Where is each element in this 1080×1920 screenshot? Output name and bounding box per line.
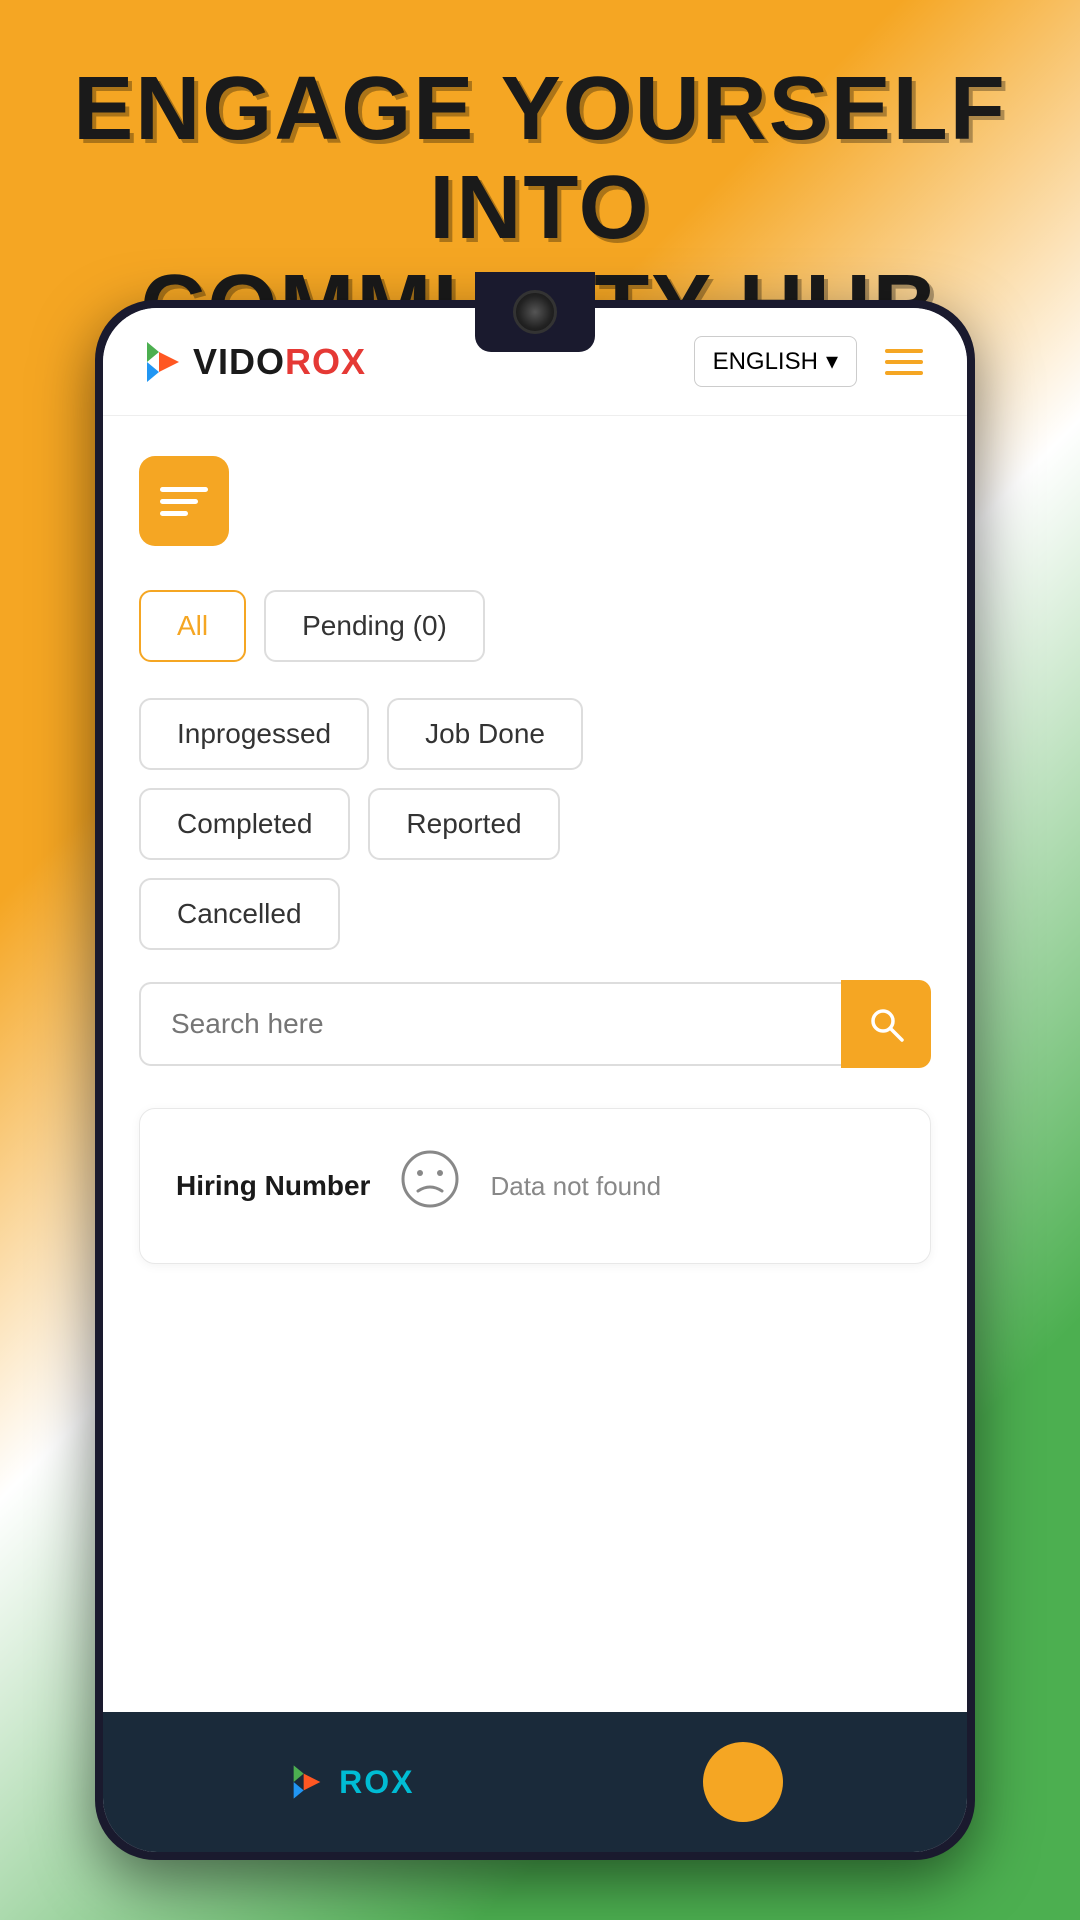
search-container: [139, 980, 931, 1068]
tab-reported[interactable]: Reported: [368, 788, 559, 860]
phone-screen: VIDOROX ENGLISH ▾: [103, 308, 967, 1852]
tab-pending[interactable]: Pending (0): [264, 590, 485, 662]
camera-bump: [475, 272, 595, 352]
filter-tabs-row1: All Pending (0): [139, 590, 931, 662]
hamburger-line2: [885, 360, 923, 364]
hamburger-menu[interactable]: [877, 341, 931, 383]
language-selector[interactable]: ENGLISH ▾: [694, 336, 857, 387]
tab-cancelled[interactable]: Cancelled: [139, 878, 340, 950]
bottom-logo-icon: [287, 1762, 327, 1802]
chevron-down-icon: ▾: [826, 347, 838, 376]
logo-vido: VIDO: [193, 341, 285, 382]
phone-frame: VIDOROX ENGLISH ▾: [95, 300, 975, 1860]
hamburger-line3: [885, 371, 923, 375]
search-input[interactable]: [139, 982, 841, 1066]
tab-inprogessed[interactable]: Inprogessed: [139, 698, 369, 770]
logo-rox: ROX: [285, 341, 366, 382]
results-card: Hiring Number Data not found: [139, 1108, 931, 1264]
filter-line3: [160, 511, 188, 516]
header-right: ENGLISH ▾: [694, 336, 931, 387]
filter-tabs-row2: Inprogessed Job Done: [139, 698, 931, 770]
filter-line2: [160, 499, 198, 504]
logo-icon: [139, 338, 187, 386]
hiring-number-label: Hiring Number: [176, 1170, 370, 1202]
not-found-text: Data not found: [490, 1171, 661, 1202]
bottom-nav-action[interactable]: [703, 1742, 783, 1822]
empty-state-icon: [400, 1149, 460, 1223]
bottom-nav: ROX: [103, 1712, 967, 1852]
filter-icon: [160, 487, 208, 516]
filter-button[interactable]: [139, 456, 229, 546]
tab-all[interactable]: All: [139, 590, 246, 662]
tab-completed[interactable]: Completed: [139, 788, 350, 860]
main-content: All Pending (0) Inprogessed Job Done Com…: [103, 416, 967, 1712]
filter-tabs-row3: Completed Reported: [139, 788, 931, 860]
language-label: ENGLISH: [713, 348, 818, 376]
logo-text: VIDOROX: [193, 341, 366, 383]
camera-lens: [513, 290, 557, 334]
logo: VIDOROX: [139, 338, 366, 386]
hero-line1: ENGAGE YOURSELF INTO: [73, 59, 1006, 258]
tab-job-done[interactable]: Job Done: [387, 698, 583, 770]
bottom-brand-text: ROX: [339, 1764, 414, 1801]
bottom-nav-brand[interactable]: ROX: [287, 1762, 414, 1802]
filter-tabs-row4: Cancelled: [139, 878, 931, 950]
filter-line1: [160, 487, 208, 492]
search-button[interactable]: [841, 980, 931, 1068]
hamburger-line1: [885, 349, 923, 353]
search-icon: [867, 1005, 905, 1043]
